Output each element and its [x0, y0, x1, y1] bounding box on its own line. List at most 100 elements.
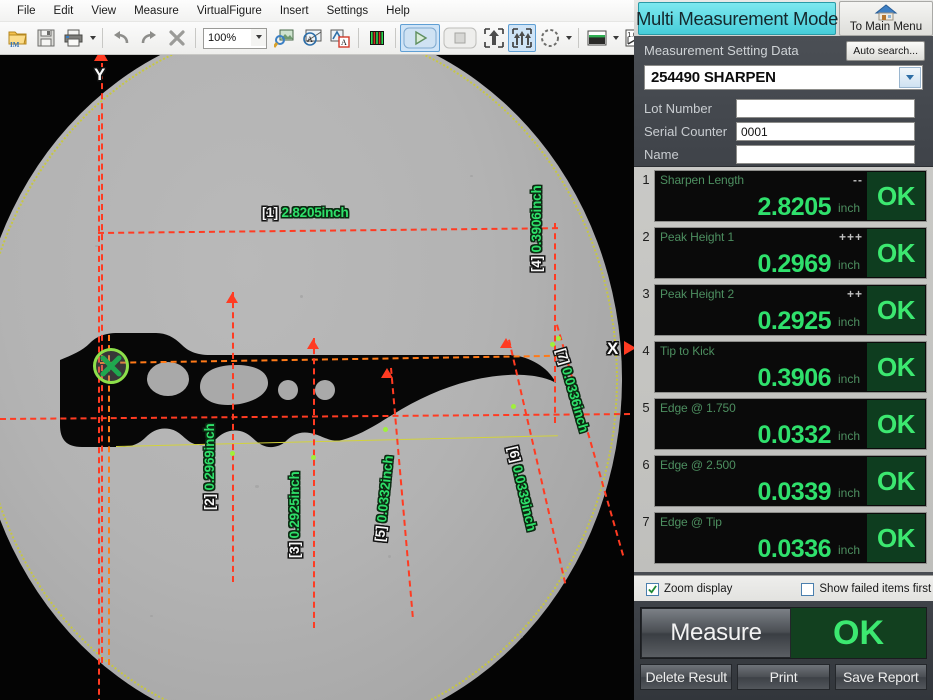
result-card[interactable]: Edge @ 2.500 0.0339 inch OK	[654, 455, 927, 507]
menu-item-measure[interactable]: Measure	[125, 3, 188, 19]
result-name: Edge @ 2.500	[660, 458, 736, 472]
result-card[interactable]: Edge @ 1.750 0.0332 inch OK	[654, 398, 927, 450]
result-unit: inch	[837, 486, 860, 500]
result-name: Peak Height 1	[660, 230, 735, 244]
toolbar-separator-4	[395, 28, 396, 48]
menu-item-insert[interactable]: Insert	[271, 3, 318, 19]
result-judgement: OK	[877, 180, 916, 211]
mode-badge: Multi Measurement Mode	[635, 2, 839, 35]
result-tolerance-marks: --	[853, 173, 863, 187]
measure-arrow-5	[381, 368, 393, 378]
print-label: Print	[769, 669, 798, 685]
table-row[interactable]: 7 Edge @ Tip 0.0336 inch OK	[638, 512, 927, 566]
status-badge: OK	[867, 343, 925, 391]
table-row[interactable]: 2 Peak Height 1 +++ 0.2969 inch OK	[638, 227, 927, 281]
zoom-dropdown-caret[interactable]	[251, 28, 266, 46]
mode-title: Multi Measurement Mode	[635, 7, 839, 29]
measure-arrow-2	[226, 293, 238, 303]
save-floppy-icon[interactable]	[32, 24, 60, 52]
result-value: 0.0336	[757, 534, 832, 563]
illumination-icon[interactable]	[583, 24, 611, 52]
auto-search-button[interactable]: Auto search...	[846, 41, 925, 61]
open-folder-im-icon[interactable]: IM	[4, 24, 32, 52]
result-unit: inch	[837, 258, 860, 272]
result-name: Edge @ Tip	[660, 515, 722, 529]
menu-item-virtualfigure[interactable]: VirtualFigure	[188, 3, 271, 19]
table-row[interactable]: 4 Tip to Kick 0.3906 inch OK	[638, 341, 927, 395]
color-bar-icon[interactable]	[363, 24, 391, 52]
menu-item-edit[interactable]: Edit	[45, 3, 83, 19]
result-name: Edge @ 1.750	[660, 401, 736, 415]
roi-dropdown-caret[interactable]	[564, 26, 574, 50]
to-main-menu-button[interactable]: To Main Menu	[839, 1, 933, 36]
name-field[interactable]	[736, 145, 915, 164]
menu-item-help[interactable]: Help	[377, 3, 419, 19]
origin-marker[interactable]	[93, 348, 129, 384]
save-report-label: Save Report	[843, 669, 919, 685]
menu-item-settings[interactable]: Settings	[318, 3, 378, 19]
save-report-button[interactable]: Save Report	[834, 664, 927, 690]
checkbox-box[interactable]	[646, 582, 659, 596]
result-judgement: OK	[877, 294, 916, 325]
print-dropdown-caret[interactable]	[88, 26, 98, 50]
serial-counter-field[interactable]: 0001	[736, 122, 915, 141]
home-house-icon	[874, 4, 898, 21]
stop-icon[interactable]	[440, 24, 480, 52]
status-badge: OK	[867, 286, 925, 334]
result-index: 1	[642, 172, 650, 187]
svg-text:IM: IM	[10, 41, 20, 48]
setting-data-value: 254490 SHARPEN	[651, 69, 776, 86]
measure-button[interactable]: Measure	[641, 608, 791, 658]
undo-icon[interactable]	[107, 24, 135, 52]
table-row[interactable]: 5 Edge @ 1.750 0.0332 inch OK	[638, 398, 927, 452]
menu-item-file[interactable]: File	[8, 3, 45, 19]
field-row-serial-counter: Serial Counter 0001	[644, 121, 915, 142]
zoom-level-combo[interactable]: 100%	[203, 27, 267, 49]
menu-item-view[interactable]: View	[82, 3, 125, 19]
table-row[interactable]: 3 Peak Height 2 ++ 0.2925 inch OK	[638, 284, 927, 338]
print-icon[interactable]	[60, 24, 88, 52]
print-button[interactable]: Print	[737, 664, 830, 690]
measure-extension-left-1	[98, 115, 100, 700]
lot-number-field[interactable]	[736, 99, 915, 118]
delete-x-icon[interactable]	[163, 24, 191, 52]
result-judgement: OK	[877, 237, 916, 268]
menu-bar: File Edit View Measure VirtualFigure Ins…	[0, 0, 640, 22]
checkbox-box[interactable]	[801, 582, 815, 596]
svg-text:A: A	[307, 35, 313, 44]
result-value: 0.0339	[757, 477, 832, 506]
zoom-display-checkbox[interactable]: Zoom display	[646, 582, 732, 596]
zoom-tool-icon[interactable]	[270, 24, 298, 52]
roi-circle-icon[interactable]	[536, 24, 564, 52]
redo-icon[interactable]	[135, 24, 163, 52]
result-card[interactable]: Peak Height 1 +++ 0.2969 inch OK	[654, 227, 927, 279]
result-unit: inch	[837, 201, 860, 215]
delete-result-button[interactable]: Delete Result	[640, 664, 733, 690]
edge-point-6	[511, 404, 516, 409]
result-card[interactable]: Sharpen Length -- 2.8205 inch OK	[654, 170, 927, 222]
y-axis-arrow	[94, 55, 108, 61]
measure-arrow-6	[500, 338, 512, 348]
result-card[interactable]: Edge @ Tip 0.0336 inch OK	[654, 512, 927, 564]
measurement-image-viewer[interactable]: X Y [1] 2.8205inch [2] 0.2969inch [3] 0.…	[0, 55, 640, 700]
table-row[interactable]: 1 Sharpen Length -- 2.8205 inch OK	[638, 170, 927, 224]
y-axis-label: Y	[94, 65, 106, 84]
to-main-menu-label: To Main Menu	[849, 20, 923, 33]
annotation-circle-icon[interactable]: A	[298, 24, 326, 52]
auto-focus-icon[interactable]	[480, 24, 508, 52]
annotation-label-1: [1] 2.8205inch	[262, 205, 349, 220]
panel-header: Multi Measurement Mode To Main Menu	[634, 0, 933, 37]
illumination-dropdown-caret[interactable]	[611, 26, 621, 50]
display-options-bar: Zoom display Show failed items first	[634, 575, 933, 602]
measurement-results-list[interactable]: 1 Sharpen Length -- 2.8205 inch OK 2 Pea…	[634, 167, 933, 572]
chevron-down-icon[interactable]	[899, 67, 921, 88]
run-play-icon[interactable]	[400, 24, 440, 52]
setting-data-combo[interactable]: 254490 SHARPEN	[644, 65, 923, 90]
text-annotation-icon[interactable]: A	[326, 24, 354, 52]
toolbar-separator-5	[578, 28, 579, 48]
table-row[interactable]: 6 Edge @ 2.500 0.0339 inch OK	[638, 455, 927, 509]
multi-focus-icon[interactable]	[508, 24, 536, 52]
result-card[interactable]: Tip to Kick 0.3906 inch OK	[654, 341, 927, 393]
result-card[interactable]: Peak Height 2 ++ 0.2925 inch OK	[654, 284, 927, 336]
show-failed-first-checkbox[interactable]: Show failed items first	[801, 582, 931, 596]
